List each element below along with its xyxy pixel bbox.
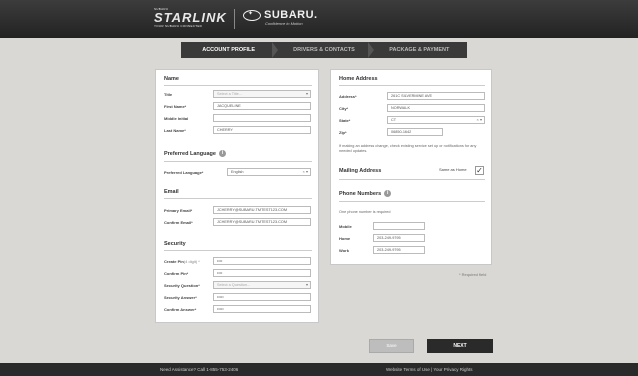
- address-change-note: If making an address change, check exist…: [339, 144, 477, 153]
- create-pin-hint: (4 digit) *: [183, 259, 200, 264]
- subaru-logo-tag: Confidence in Motion: [265, 21, 303, 26]
- mobile-label: Mobile: [339, 224, 352, 229]
- confirm-pin-field[interactable]: ••••: [213, 269, 311, 277]
- zip-field[interactable]: 06850-1642: [387, 128, 443, 136]
- step-drivers-contacts[interactable]: DRIVERS & CONTACTS: [276, 42, 374, 58]
- title-select-value: Select a Title...: [217, 92, 242, 96]
- same-as-home-label: Same as Home: [439, 167, 467, 172]
- home-phone-label: Home: [339, 236, 351, 241]
- security-question-value: Select a Question...: [217, 283, 251, 287]
- preferred-language-select[interactable]: English × ▾: [227, 168, 311, 176]
- email-section-title: Email: [164, 189, 179, 195]
- subaru-logo-word: SUBARU.: [264, 9, 318, 21]
- step-account-profile[interactable]: ACCOUNT PROFILE: [181, 42, 279, 58]
- address-field[interactable]: 261C SILVERMINE AVE: [387, 92, 485, 100]
- confirm-answer-field[interactable]: •••••: [213, 305, 311, 313]
- clear-dropdown-icon: × ▾: [476, 117, 482, 122]
- preferred-language-value: English: [231, 170, 244, 174]
- dropdown-arrow-icon: ▾: [305, 282, 308, 287]
- info-icon[interactable]: i: [384, 190, 392, 197]
- step-package-payment[interactable]: PACKAGE & PAYMENT: [372, 42, 467, 58]
- footer-links[interactable]: Website Terms of Use | Your Privacy Righ…: [386, 367, 473, 372]
- last-name-field[interactable]: CHERRY: [213, 126, 311, 134]
- step-label: PACKAGE & PAYMENT: [389, 47, 450, 53]
- section-divider: [339, 85, 485, 86]
- starlink-logo-word: STARLINK: [154, 10, 227, 25]
- starlink-logo[interactable]: SUBARU STARLINK YOUR SUBARU CONNECTED: [154, 7, 227, 28]
- same-as-home-checkbox[interactable]: ✓: [475, 166, 484, 175]
- city-label: City*: [339, 106, 349, 111]
- header-divider: [234, 9, 235, 29]
- section-divider: [164, 198, 312, 199]
- subaru-stars-icon: [243, 9, 261, 21]
- preferred-language-label: Preferred Language*: [164, 170, 204, 175]
- primary-email-field[interactable]: JCHERRY@SUBARU.TMTEST123.COM: [213, 206, 311, 214]
- create-pin-field[interactable]: ••••: [213, 257, 311, 265]
- phone-section-title: Phone Numbers i: [339, 190, 392, 197]
- mailing-address-title: Mailing Address: [339, 168, 382, 174]
- confirm-pin-label: Confirm Pin*: [164, 271, 189, 276]
- city-field[interactable]: NORWALK: [387, 104, 485, 112]
- home-address-section-title: Home Address: [339, 76, 378, 82]
- name-section-title: Name: [164, 76, 179, 82]
- security-question-label: Security Question*: [164, 283, 200, 288]
- last-name-label: Last Name*: [164, 128, 186, 133]
- next-button[interactable]: NEXT: [427, 339, 493, 353]
- state-label: State*: [339, 118, 351, 123]
- middle-initial-label: Middle Initial: [164, 116, 189, 121]
- step-label: DRIVERS & CONTACTS: [293, 47, 355, 53]
- section-divider: [164, 250, 312, 251]
- security-question-select[interactable]: Select a Question... ▾: [213, 281, 311, 289]
- title-label: Title: [164, 92, 173, 97]
- mobile-field[interactable]: [373, 222, 425, 230]
- security-answer-field[interactable]: •••••: [213, 293, 311, 301]
- dropdown-arrow-icon: ▾: [305, 91, 308, 96]
- confirm-email-label: Confirm Email*: [164, 220, 193, 225]
- first-name-field[interactable]: JACQUELINE: [213, 102, 311, 110]
- progress-steps: ACCOUNT PROFILE DRIVERS & CONTACTS PACKA…: [181, 42, 467, 58]
- section-divider: [164, 161, 312, 162]
- assistance-phone-link[interactable]: Need Assistance? Call 1-855-753-2406: [160, 367, 238, 372]
- address-label: Address*: [339, 94, 357, 99]
- confirm-email-field[interactable]: JCHERRY@SUBARU.TMTEST123.COM: [213, 218, 311, 226]
- info-icon[interactable]: i: [218, 150, 226, 157]
- checkmark-icon: ✓: [476, 166, 483, 175]
- subaru-logo[interactable]: SUBARU. Confidence in Motion: [243, 9, 318, 26]
- section-divider: [339, 201, 485, 202]
- first-name-label: First Name*: [164, 104, 187, 109]
- zip-label: Zip*: [339, 130, 347, 135]
- clear-dropdown-icon: × ▾: [302, 169, 308, 174]
- create-pin-label-text: Create Pin: [164, 259, 184, 264]
- language-section-title: Preferred Language i: [164, 150, 226, 157]
- save-button[interactable]: Save: [369, 339, 414, 353]
- security-answer-label: Security Answer*: [164, 295, 197, 300]
- language-section-label: Preferred Language: [164, 150, 216, 157]
- required-field-note: * Required field: [459, 272, 487, 277]
- header-bar: SUBARU STARLINK YOUR SUBARU CONNECTED SU…: [0, 0, 638, 38]
- middle-initial-field[interactable]: [213, 114, 311, 122]
- address-phone-panel: Home Address Address* 261C SILVERMINE AV…: [330, 69, 492, 265]
- primary-email-label: Primary Email*: [164, 208, 193, 213]
- phone-required-note: One phone number is required: [339, 210, 391, 214]
- footer-bar: Need Assistance? Call 1-855-753-2406 Web…: [0, 363, 638, 376]
- work-phone-field[interactable]: 203-249-9795: [373, 246, 425, 254]
- home-phone-field[interactable]: 203-249-9795: [373, 234, 425, 242]
- section-divider: [164, 85, 312, 86]
- step-label: ACCOUNT PROFILE: [202, 47, 256, 53]
- confirm-answer-label: Confirm Answer*: [164, 307, 197, 312]
- state-select[interactable]: CT × ▾: [387, 116, 485, 124]
- account-profile-panel: Name Title Select a Title... ▾ First Nam…: [155, 69, 319, 323]
- section-divider: [339, 179, 485, 180]
- state-select-value: CT: [391, 118, 397, 122]
- security-section-title: Security: [164, 241, 186, 247]
- title-select[interactable]: Select a Title... ▾: [213, 90, 311, 98]
- work-phone-label: Work: [339, 248, 349, 253]
- create-pin-label: Create Pin(4 digit) *: [164, 259, 200, 264]
- phone-section-label: Phone Numbers: [339, 190, 382, 197]
